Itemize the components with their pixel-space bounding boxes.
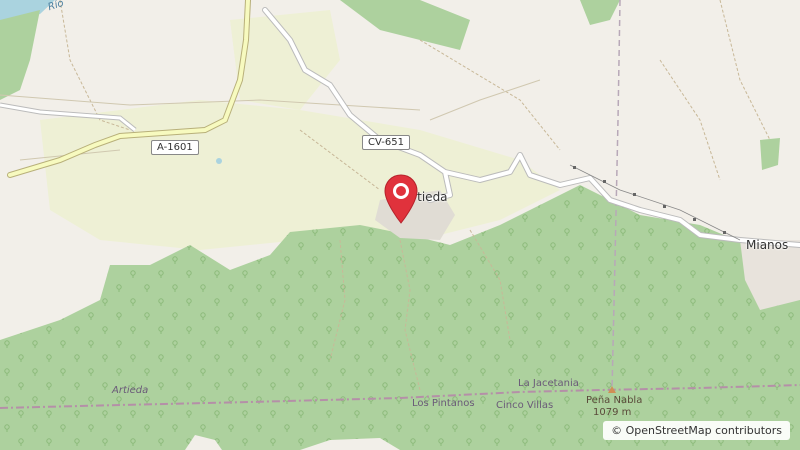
- road-shield-cv651: CV-651: [362, 135, 410, 150]
- attribution-box: © OpenStreetMap contributors: [603, 421, 790, 440]
- area-label-cinco-villas: Cinco Villas: [496, 400, 554, 411]
- pond: [216, 158, 222, 164]
- place-label-mianos: Mianos: [746, 238, 789, 252]
- location-marker[interactable]: [382, 173, 420, 225]
- map-pin-icon: [384, 174, 418, 224]
- copyright-symbol: ©: [611, 424, 623, 437]
- area-label-artieda: Artieda: [112, 385, 149, 396]
- peak-label-name: Peña Nabla: [586, 395, 643, 406]
- area-label-los-pintanos: Los Pintanos: [412, 398, 475, 409]
- peak-label-elevation: 1079 m: [593, 407, 632, 418]
- area-label-la-jacetania: La Jacetania: [518, 378, 579, 389]
- attribution-link[interactable]: OpenStreetMap contributors: [626, 424, 782, 437]
- road-shield-a1601: A-1601: [151, 140, 199, 155]
- forest-small-east: [760, 138, 780, 170]
- map-canvas[interactable]: Río A-1601 CV-651 Artieda Mianos Artieda…: [0, 0, 800, 450]
